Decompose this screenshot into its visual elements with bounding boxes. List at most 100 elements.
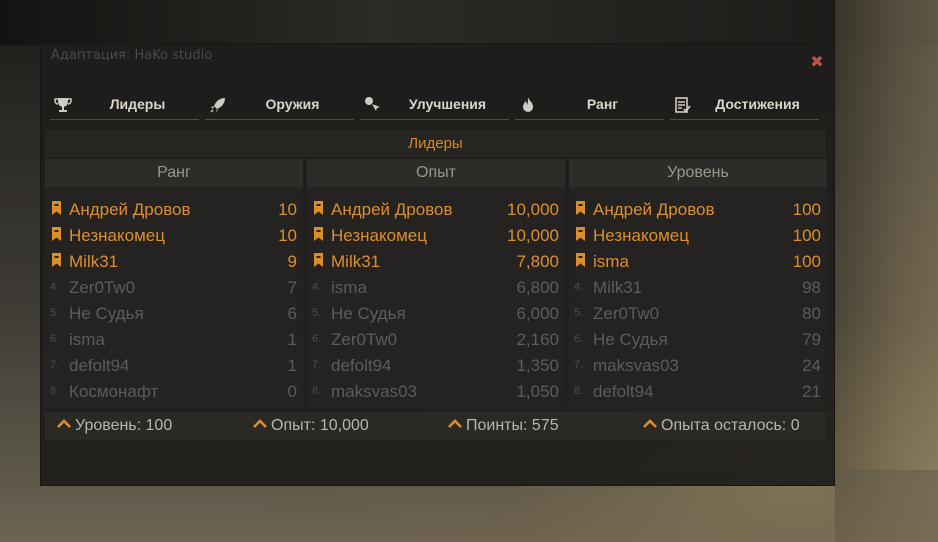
bookmark-icon [314,253,323,267]
table-row: 7. maksvas03 24 [569,353,827,379]
rank-number: 4. [50,281,60,293]
tab-achievements[interactable]: Достижения [670,92,819,120]
player-value: 6,800 [516,278,559,297]
table-row: Андрей Дровов 100 [569,197,827,223]
player-name: Незнакомец [593,226,689,245]
table-row: Milk31 7,800 [307,249,565,275]
player-value: 100 [792,252,821,271]
player-name: Незнакомец [331,226,427,245]
player-value: 98 [802,278,821,297]
bookmark-icon [576,227,585,241]
tab-rank[interactable]: Ранг [515,92,664,120]
table-row: Незнакомец 100 [569,223,827,249]
player-name: defolt94 [593,382,654,401]
player-name: Milk31 [69,252,119,271]
player-value: 2,160 [516,330,559,349]
rank-number: 5. [312,307,322,319]
player-value: 10,000 [507,200,559,219]
background-right [835,0,938,542]
player-value: 80 [802,304,821,323]
rank-number: 7. [574,359,584,371]
player-value: 21 [802,382,821,401]
window-title: Адаптация: HaKo studio [51,48,213,63]
rank-column: Ранг Андрей Дровов 10 Незнакомец 10 Milk31 9 4… [45,159,303,408]
table-row: Незнакомец 10,000 [307,223,565,249]
table-row: 8. defolt94 21 [569,379,827,405]
rank-number: 5. [574,307,584,319]
table-row: Андрей Дровов 10,000 [307,197,565,223]
bookmark-icon [576,201,585,215]
stat-points: Поинты: 575 [448,417,559,435]
rank-number: 8. [312,385,322,397]
table-row: 5. Не Судья 6,000 [307,301,565,327]
player-value: 1 [287,330,297,349]
level-column: Уровень Андрей Дровов 100 Незнакомец 100 ism… [569,159,827,408]
player-name: Zer0Tw0 [593,304,660,323]
table-row: 4. isma 6,800 [307,275,565,301]
player-value: 7,800 [516,252,559,271]
table-row: 8. Космонафт 0 [45,379,303,405]
player-stats-bar: Уровень: 100 Опыт: 10,000 Поинты: 575 Оп… [45,412,826,440]
experience-column: Опыт Андрей Дровов 10,000 Незнакомец 10,000… [307,159,565,408]
player-value: 24 [802,356,821,375]
tab-label: Лидеры [109,96,166,112]
player-name: maksvas03 [593,356,679,375]
table-row: isma 100 [569,249,827,275]
table-row: 6. isma 1 [45,327,303,353]
cursor-upgrade-icon [365,97,380,111]
rank-number: 4. [574,281,584,293]
player-name: defolt94 [69,356,130,375]
bookmark-icon [52,227,61,241]
leaderboard-window: Адаптация: HaKo studio ✖ Лидеры Оружия У… [41,44,834,485]
stat-exp-left: Опыта осталось: 0 [643,417,800,435]
table-row: 6. Zer0Tw0 2,160 [307,327,565,353]
rank-number: 6. [50,333,60,345]
rank-number: 5. [50,307,60,319]
section-title: Лидеры [45,130,826,157]
player-value: 1,350 [516,356,559,375]
player-name: isma [331,278,367,297]
tab-label: Улучшения [408,96,487,112]
table-row: 4. Milk31 98 [569,275,827,301]
player-name: Андрей Дровов [593,200,715,219]
table-row: 7. defolt94 1 [45,353,303,379]
player-name: Незнакомец [69,226,165,245]
table-row: Незнакомец 10 [45,223,303,249]
rank-number: 6. [312,333,322,345]
rocket-icon [210,98,225,113]
player-name: isma [69,330,105,349]
tab-weapons[interactable]: Оружия [205,92,354,120]
table-row: 5. Не Судья 6 [45,301,303,327]
player-value: 1 [287,356,297,375]
tab-upgrades[interactable]: Улучшения [360,92,509,120]
player-value: 79 [802,330,821,349]
bookmark-icon [52,201,61,215]
player-value: 10 [278,200,297,219]
tab-label: Ранг [586,96,619,112]
chevron-up-icon [57,419,71,429]
player-name: Не Судья [331,304,406,323]
player-name: Не Судья [69,304,144,323]
close-icon[interactable]: ✖ [809,54,825,70]
chevron-up-icon [253,419,267,429]
table-row: 6. Не Судья 79 [569,327,827,353]
column-header: Ранг [45,159,303,187]
rank-number: 4. [312,281,322,293]
tab-label: Оружия [265,96,320,112]
player-value: 10,000 [507,226,559,245]
player-value: 10 [278,226,297,245]
player-value: 6,000 [516,304,559,323]
player-name: Zer0Tw0 [331,330,398,349]
stat-level-text: Уровень: 100 [75,417,173,434]
player-value: 9 [287,252,297,271]
player-value: 0 [287,382,297,401]
table-row: 8. maksvas03 1,050 [307,379,565,405]
rank-number: 7. [50,359,60,371]
table-row: Андрей Дровов 10 [45,197,303,223]
player-name: Андрей Дровов [331,200,453,219]
stat-experience-text: Опыт: 10,000 [271,417,369,434]
player-value: 100 [792,200,821,219]
bookmark-icon [314,227,323,241]
tab-leaders[interactable]: Лидеры [50,92,199,120]
rank-number: 7. [312,359,322,371]
